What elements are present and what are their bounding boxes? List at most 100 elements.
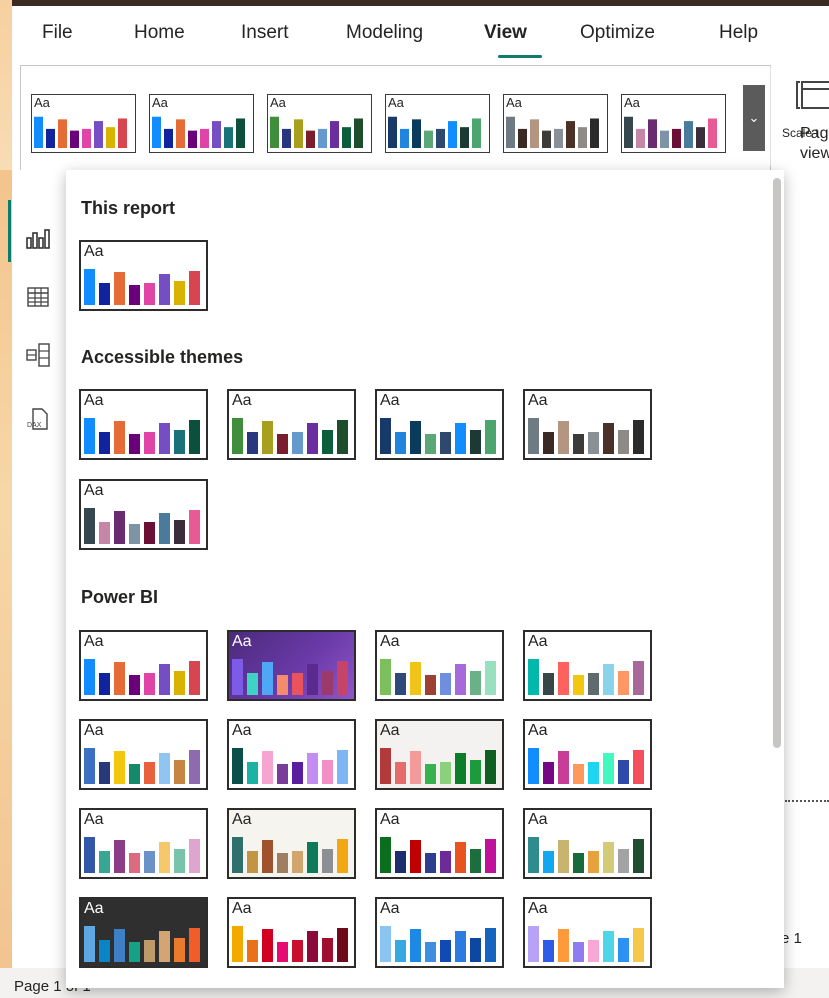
- theme-tile[interactable]: Aa: [375, 719, 504, 790]
- dropdown-scrollbar-thumb[interactable]: [773, 178, 781, 748]
- swatch-bar: [354, 118, 363, 148]
- gallery-theme-tile[interactable]: Aa: [267, 94, 372, 153]
- theme-sample-text: Aa: [380, 392, 400, 409]
- theme-tile[interactable]: Aa: [523, 719, 652, 790]
- swatch-bar: [129, 675, 140, 695]
- theme-swatch-bars: [624, 116, 717, 148]
- swatch-bar: [159, 513, 170, 544]
- theme-tile[interactable]: Aa: [523, 630, 652, 701]
- swatch-bar: [277, 942, 288, 962]
- theme-tile[interactable]: Aa: [227, 808, 356, 879]
- swatch-bar: [440, 851, 451, 873]
- menu-view[interactable]: View: [484, 22, 527, 44]
- theme-tile[interactable]: Aa: [79, 808, 208, 879]
- theme-swatch-bars: [232, 418, 348, 454]
- svg-text:DAX: DAX: [27, 422, 42, 429]
- swatch-bar: [506, 116, 515, 148]
- theme-tile[interactable]: Aa: [375, 808, 504, 879]
- swatch-bar: [144, 851, 155, 873]
- theme-swatch-bars: [528, 659, 644, 695]
- swatch-bar: [322, 760, 333, 784]
- menu-help[interactable]: Help: [719, 22, 758, 44]
- swatch-bar: [633, 420, 644, 454]
- menu-modeling[interactable]: Modeling: [346, 22, 423, 44]
- swatch-bar: [636, 128, 645, 148]
- page-tab-label[interactable]: e 1: [781, 930, 802, 947]
- theme-tile[interactable]: Aa: [375, 897, 504, 968]
- swatch-bar: [424, 130, 433, 148]
- gallery-theme-tile[interactable]: Aa: [31, 94, 136, 153]
- page-view-label-line2: view: [800, 145, 829, 162]
- menu-file[interactable]: File: [42, 22, 73, 44]
- gallery-theme-tile[interactable]: Aa: [385, 94, 490, 153]
- swatch-bar: [472, 118, 481, 148]
- swatch-bar: [337, 420, 348, 454]
- theme-tile[interactable]: Aa: [79, 897, 208, 968]
- swatch-bar: [588, 762, 599, 784]
- swatch-bar: [573, 675, 584, 695]
- swatch-bar: [232, 748, 243, 784]
- theme-tile[interactable]: Aa: [79, 240, 208, 311]
- swatch-bar: [174, 849, 185, 873]
- swatch-bar: [318, 128, 327, 148]
- swatch-bar: [144, 673, 155, 695]
- theme-tile[interactable]: Aa: [227, 389, 356, 460]
- swatch-bar: [84, 508, 95, 544]
- swatch-bar: [322, 849, 333, 873]
- swatch-bar: [440, 762, 451, 784]
- menu-optimize[interactable]: Optimize: [580, 22, 655, 44]
- dax-query-icon[interactable]: DAX: [25, 406, 51, 432]
- swatch-bar: [189, 661, 200, 695]
- swatch-bar: [144, 432, 155, 454]
- theme-tile[interactable]: Aa: [227, 897, 356, 968]
- menu-home[interactable]: Home: [134, 22, 185, 44]
- theme-tile[interactable]: Aa: [227, 630, 356, 701]
- swatch-bar: [277, 853, 288, 873]
- theme-tile[interactable]: Aa: [79, 479, 208, 550]
- dropdown-scrollbar[interactable]: [771, 174, 781, 984]
- theme-tile[interactable]: Aa: [227, 719, 356, 790]
- swatch-bar: [277, 434, 288, 454]
- swatch-bar: [84, 748, 95, 784]
- theme-tile[interactable]: Aa: [523, 897, 652, 968]
- swatch-bar: [236, 118, 245, 148]
- swatch-bar: [189, 928, 200, 962]
- swatch-bar: [129, 942, 140, 962]
- theme-tile[interactable]: Aa: [79, 719, 208, 790]
- swatch-bar: [455, 664, 466, 695]
- gallery-theme-tile[interactable]: Aa: [503, 94, 608, 153]
- gallery-theme-tile[interactable]: Aa: [149, 94, 254, 153]
- theme-tile[interactable]: Aa: [375, 389, 504, 460]
- swatch-bar: [566, 121, 575, 148]
- theme-sample-text: Aa: [380, 900, 400, 917]
- themes-more-button[interactable]: ⌄: [743, 85, 765, 151]
- theme-tile[interactable]: Aa: [79, 389, 208, 460]
- backdrop-edge-top: [0, 0, 12, 170]
- swatch-bar: [708, 118, 717, 148]
- theme-swatch-bars: [232, 659, 348, 695]
- theme-sample-text: Aa: [528, 633, 548, 650]
- theme-tile[interactable]: Aa: [79, 630, 208, 701]
- swatch-bar: [99, 762, 110, 784]
- gallery-theme-tile[interactable]: Aa: [621, 94, 726, 153]
- theme-tile[interactable]: Aa: [523, 389, 652, 460]
- model-view-icon[interactable]: [25, 342, 51, 368]
- menu-bar: File Home Insert Modeling View Optimize …: [12, 6, 829, 60]
- theme-tile[interactable]: Aa: [375, 630, 504, 701]
- swatch-bar: [410, 421, 421, 454]
- swatch-bar: [159, 664, 170, 695]
- swatch-bar: [247, 940, 258, 962]
- page-view-icon[interactable]: [796, 76, 829, 110]
- swatch-bar: [129, 853, 140, 873]
- menu-insert[interactable]: Insert: [241, 22, 289, 44]
- table-view-icon[interactable]: [25, 284, 51, 310]
- theme-sample-text: Aa: [232, 392, 252, 409]
- swatch-bar: [558, 840, 569, 873]
- report-view-icon[interactable]: [25, 226, 51, 252]
- swatch-bar: [543, 432, 554, 454]
- canvas-dotted-line: [785, 800, 829, 802]
- swatch-bar: [573, 853, 584, 873]
- theme-tile[interactable]: Aa: [523, 808, 652, 879]
- swatch-bar: [425, 675, 436, 695]
- swatch-bar: [618, 849, 629, 873]
